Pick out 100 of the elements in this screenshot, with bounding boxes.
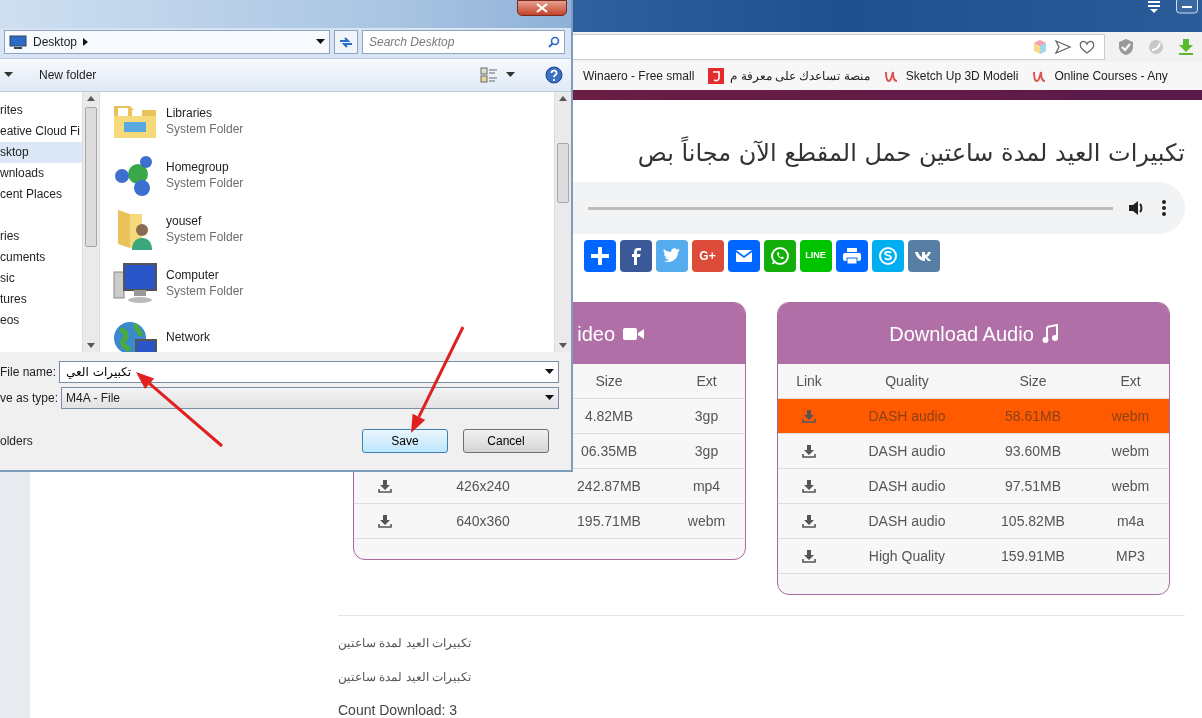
table-cell-text: 242.87MB xyxy=(577,476,641,496)
hide-folders-link[interactable]: olders xyxy=(0,434,33,448)
scroll-up-icon[interactable] xyxy=(87,96,95,101)
table-cell-text: 3gp xyxy=(694,441,719,461)
shield-icon[interactable] xyxy=(1117,38,1135,56)
computer-icon xyxy=(112,260,160,306)
scrollbar[interactable] xyxy=(82,92,99,352)
nav-item[interactable]: eos xyxy=(0,310,82,331)
file-item[interactable]: Homegroup System Folder xyxy=(112,148,554,202)
video-camera-icon xyxy=(623,325,645,342)
bookmark-link[interactable]: Sketch Up 3D Modeli xyxy=(905,67,1019,85)
location-bar[interactable]: Desktop xyxy=(4,30,330,54)
google-plus-share-button[interactable]: G+ xyxy=(691,240,724,272)
table-cell-text: 3gp xyxy=(694,406,719,426)
dropdown-icon[interactable] xyxy=(506,72,515,78)
table-cell-text: 4.82MB xyxy=(584,406,634,426)
close-button[interactable] xyxy=(517,0,567,16)
cube-icon xyxy=(1032,39,1048,55)
nav-item[interactable]: eative Cloud Fi xyxy=(0,121,82,142)
scroll-down-icon[interactable] xyxy=(87,343,95,348)
table-cell-text: 58.61MB xyxy=(1004,406,1061,426)
table-row[interactable]: High Quality 159.91MB MP3 xyxy=(778,539,1169,574)
nav-item[interactable]: cuments xyxy=(0,247,82,268)
bookmark-link[interactable]: Online Courses - Any xyxy=(1054,67,1168,85)
download-icon[interactable] xyxy=(802,479,816,493)
chevron-right-icon[interactable] xyxy=(83,38,90,46)
scrollbar-thumb[interactable] xyxy=(557,143,569,203)
file-type: System Folder xyxy=(166,229,244,245)
monitor-icon xyxy=(9,35,27,49)
dropdown-icon[interactable] xyxy=(545,394,554,401)
bookmark-link[interactable]: منصة تساعدك على معرفة م xyxy=(730,67,870,85)
nav-item[interactable]: tures xyxy=(0,289,82,310)
scrollbar-thumb[interactable] xyxy=(85,107,97,247)
download-icon[interactable] xyxy=(802,444,816,458)
file-item[interactable]: Computer System Folder xyxy=(112,256,554,310)
download-icon[interactable] xyxy=(378,514,392,528)
search-box[interactable]: Search Desktop xyxy=(362,30,565,54)
nav-item[interactable]: ries xyxy=(0,226,82,247)
table-cell-text: m4a xyxy=(1116,511,1145,531)
nav-item[interactable]: rites xyxy=(0,100,82,121)
column-header: Ext xyxy=(1120,371,1141,391)
dropdown-icon[interactable] xyxy=(545,368,554,375)
nav-item[interactable]: wnloads xyxy=(0,163,82,184)
bookmark-link[interactable]: Winaero - Free small xyxy=(583,67,695,85)
more-options-icon[interactable] xyxy=(1161,199,1167,217)
download-icon[interactable] xyxy=(378,479,392,493)
plus-icon[interactable] xyxy=(583,240,616,272)
search-icon[interactable] xyxy=(548,36,560,48)
facebook-icon[interactable] xyxy=(619,240,652,272)
download-icon[interactable] xyxy=(802,549,816,563)
table-row[interactable]: DASH audio 105.82MB m4a xyxy=(778,504,1169,539)
download-count: Count Download: 3 xyxy=(338,702,458,718)
table-cell-text: webm xyxy=(1111,476,1150,496)
printer-icon[interactable] xyxy=(835,240,868,272)
envelope-icon[interactable] xyxy=(727,240,760,272)
menu-icon[interactable] xyxy=(1146,0,1162,14)
progress-track[interactable] xyxy=(588,206,1113,210)
description-text: تكبيرات العيد لمدة ساعتين xyxy=(338,670,471,684)
nav-item[interactable]: cent Places xyxy=(0,184,82,205)
music-note-icon xyxy=(1041,323,1058,344)
column-header: Link xyxy=(796,371,822,391)
view-options-icon[interactable] xyxy=(480,67,498,83)
table-cell-text: webm xyxy=(1111,441,1150,461)
file-item[interactable]: Libraries System Folder xyxy=(112,94,554,148)
scroll-down-icon[interactable] xyxy=(559,343,567,348)
column-header: Size xyxy=(595,371,623,391)
table-row[interactable]: 640x360 195.71MB webm xyxy=(354,504,745,539)
dropdown-icon[interactable] xyxy=(4,72,13,78)
table-cell-text: High Quality xyxy=(868,546,946,566)
nav-item[interactable]: sktop xyxy=(0,142,82,163)
table-row[interactable]: DASH audio 93.60MB webm xyxy=(778,434,1169,469)
whatsapp-icon[interactable] xyxy=(763,240,796,272)
vk-icon[interactable] xyxy=(907,240,940,272)
dialog-button[interactable]: Cancel xyxy=(463,429,549,453)
nav-item[interactable]: sic xyxy=(0,268,82,289)
table-cell-text: 426x240 xyxy=(456,476,510,496)
table-cell-text: 640x360 xyxy=(456,511,510,531)
file-type-dropdown[interactable]: M4A - File xyxy=(61,386,559,409)
refresh-icon xyxy=(338,35,354,49)
refresh-button[interactable] xyxy=(334,30,358,54)
dialog-button[interactable]: Save xyxy=(362,429,448,453)
new-folder-button[interactable]: New folder xyxy=(39,66,97,84)
send-icon[interactable] xyxy=(1054,39,1072,55)
scrollbar[interactable] xyxy=(554,92,571,352)
help-icon[interactable] xyxy=(545,66,563,84)
heart-icon[interactable] xyxy=(1078,39,1096,55)
dropdown-icon[interactable] xyxy=(316,39,325,45)
location-text[interactable]: Desktop xyxy=(33,33,78,51)
minimize-icon[interactable] xyxy=(1176,0,1198,14)
file-name: Libraries xyxy=(166,105,214,121)
download-icon[interactable] xyxy=(802,514,816,528)
table-cell-text: 06.35MB xyxy=(580,441,637,461)
file-item[interactable]: yousef System Folder xyxy=(112,202,554,256)
file-name: yousef xyxy=(166,213,203,229)
scroll-up-icon[interactable] xyxy=(559,96,567,101)
search-field[interactable]: Search Desktop xyxy=(367,32,548,52)
column-header: Quality xyxy=(885,371,929,391)
table-row[interactable]: DASH audio 97.51MB webm xyxy=(778,469,1169,504)
field-label: File name: xyxy=(0,363,58,381)
table-cell-text: 105.82MB xyxy=(1001,511,1065,531)
